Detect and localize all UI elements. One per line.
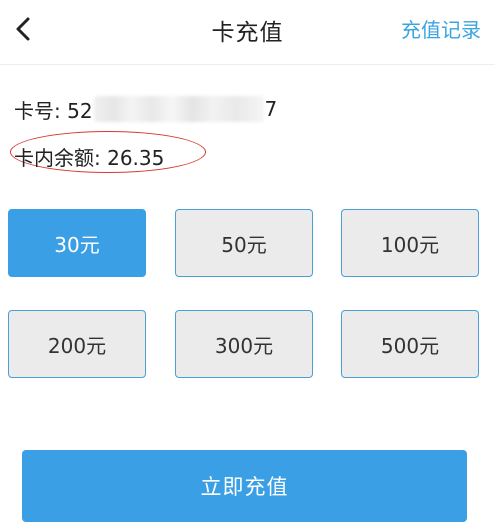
amount-option-50[interactable]: 50元 (175, 209, 313, 277)
amount-option-500[interactable]: 500元 (341, 310, 479, 378)
amount-option-100[interactable]: 100元 (341, 209, 479, 277)
top-bar: 卡充值 充值记录 (0, 0, 495, 65)
amount-option-200[interactable]: 200元 (8, 310, 146, 378)
amount-option-30[interactable]: 30元 (8, 209, 146, 277)
recharge-records-link[interactable]: 充值记录 (401, 14, 481, 43)
card-number-redacted (93, 96, 264, 122)
card-number-prefix: 卡号: 52 (14, 98, 93, 123)
recharge-now-button[interactable]: 立即充值 (22, 450, 467, 522)
card-balance: 卡内余额: 26.35 (14, 146, 165, 170)
card-number: 卡号: 52 7 (14, 96, 278, 123)
amount-option-300[interactable]: 300元 (175, 310, 313, 378)
card-number-suffix: 7 (264, 97, 278, 121)
